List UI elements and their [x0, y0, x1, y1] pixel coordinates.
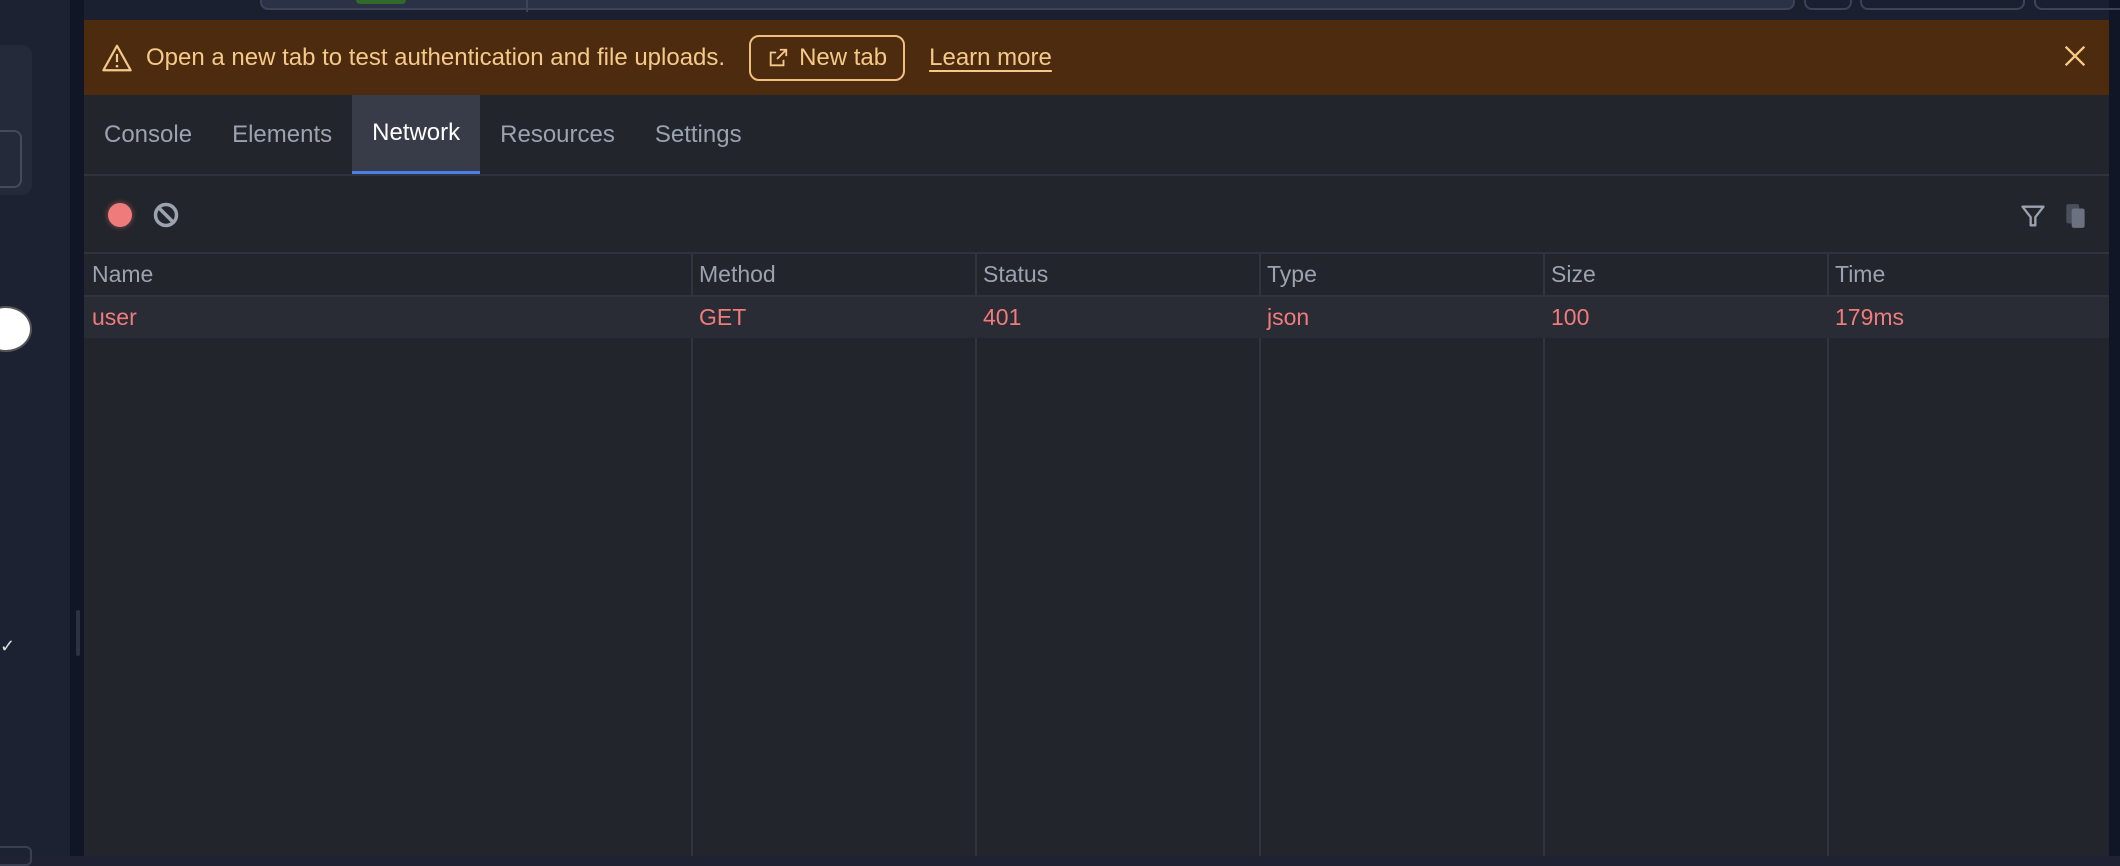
copy-icon[interactable]	[2063, 202, 2089, 230]
cell-time: 179ms	[1835, 304, 1905, 330]
tab-network[interactable]: Network	[352, 95, 481, 174]
new-tab-label: New tab	[799, 43, 888, 71]
tab-resources[interactable]: Resources	[480, 95, 635, 174]
tab-elements[interactable]: Elements	[212, 95, 352, 174]
secure-badge	[356, 0, 406, 4]
column-divider[interactable]	[975, 254, 977, 856]
header-status[interactable]: Status	[975, 254, 1048, 295]
header-time[interactable]: Time	[1827, 254, 1885, 295]
header-type[interactable]: Type	[1259, 254, 1317, 295]
right-edge	[2109, 0, 2120, 856]
resize-handle[interactable]	[76, 610, 80, 656]
url-separator	[526, 0, 528, 12]
cell-name: user	[92, 304, 137, 330]
cell-size: 100	[1551, 304, 1590, 330]
table-header: Name Method Status Type Size Time	[84, 254, 2109, 297]
app-sidebar: ✓	[0, 0, 70, 866]
tab-settings[interactable]: Settings	[635, 95, 762, 174]
close-icon[interactable]	[2061, 42, 2089, 70]
column-divider[interactable]	[1543, 254, 1545, 856]
network-toolbar	[84, 176, 2109, 254]
browser-toolbar	[84, 0, 2120, 20]
clear-icon[interactable]	[152, 201, 180, 229]
toolbar-button[interactable]	[1860, 0, 2025, 10]
toolbar-button[interactable]	[2034, 0, 2120, 10]
devtools-tabs: Console Elements Network Resources Setti…	[84, 95, 2109, 176]
cell-type: json	[1267, 304, 1310, 330]
record-button[interactable]	[108, 203, 132, 227]
network-table: Name Method Status Type Size Time user G…	[84, 254, 2109, 856]
column-divider[interactable]	[1827, 254, 1829, 856]
url-bar[interactable]	[260, 0, 1795, 12]
banner-message: Open a new tab to test authentication an…	[146, 43, 726, 71]
panel-divider	[70, 0, 84, 856]
header-size[interactable]: Size	[1543, 254, 1596, 295]
toolbar-button[interactable]	[1804, 0, 1852, 10]
filter-icon[interactable]	[2019, 202, 2047, 230]
header-method[interactable]: Method	[691, 254, 776, 295]
table-row[interactable]: user GET 401 json 100 179ms	[84, 297, 2109, 338]
column-divider[interactable]	[691, 254, 693, 856]
cell-method: GET	[699, 304, 747, 330]
toggle-knob[interactable]	[0, 306, 32, 352]
external-link-icon	[769, 48, 788, 66]
sidebar-button[interactable]	[0, 130, 22, 188]
sidebar-bottom-button[interactable]	[0, 846, 32, 866]
cell-status: 401	[983, 304, 1022, 330]
column-divider[interactable]	[1259, 254, 1261, 856]
new-tab-button[interactable]: New tab	[749, 34, 906, 81]
check-icon: ✓	[0, 636, 16, 656]
header-name[interactable]: Name	[84, 254, 153, 295]
warning-icon	[102, 44, 132, 71]
tab-console[interactable]: Console	[84, 95, 212, 174]
learn-more-link[interactable]: Learn more	[929, 44, 1052, 72]
warning-banner: Open a new tab to test authentication an…	[84, 20, 2109, 95]
